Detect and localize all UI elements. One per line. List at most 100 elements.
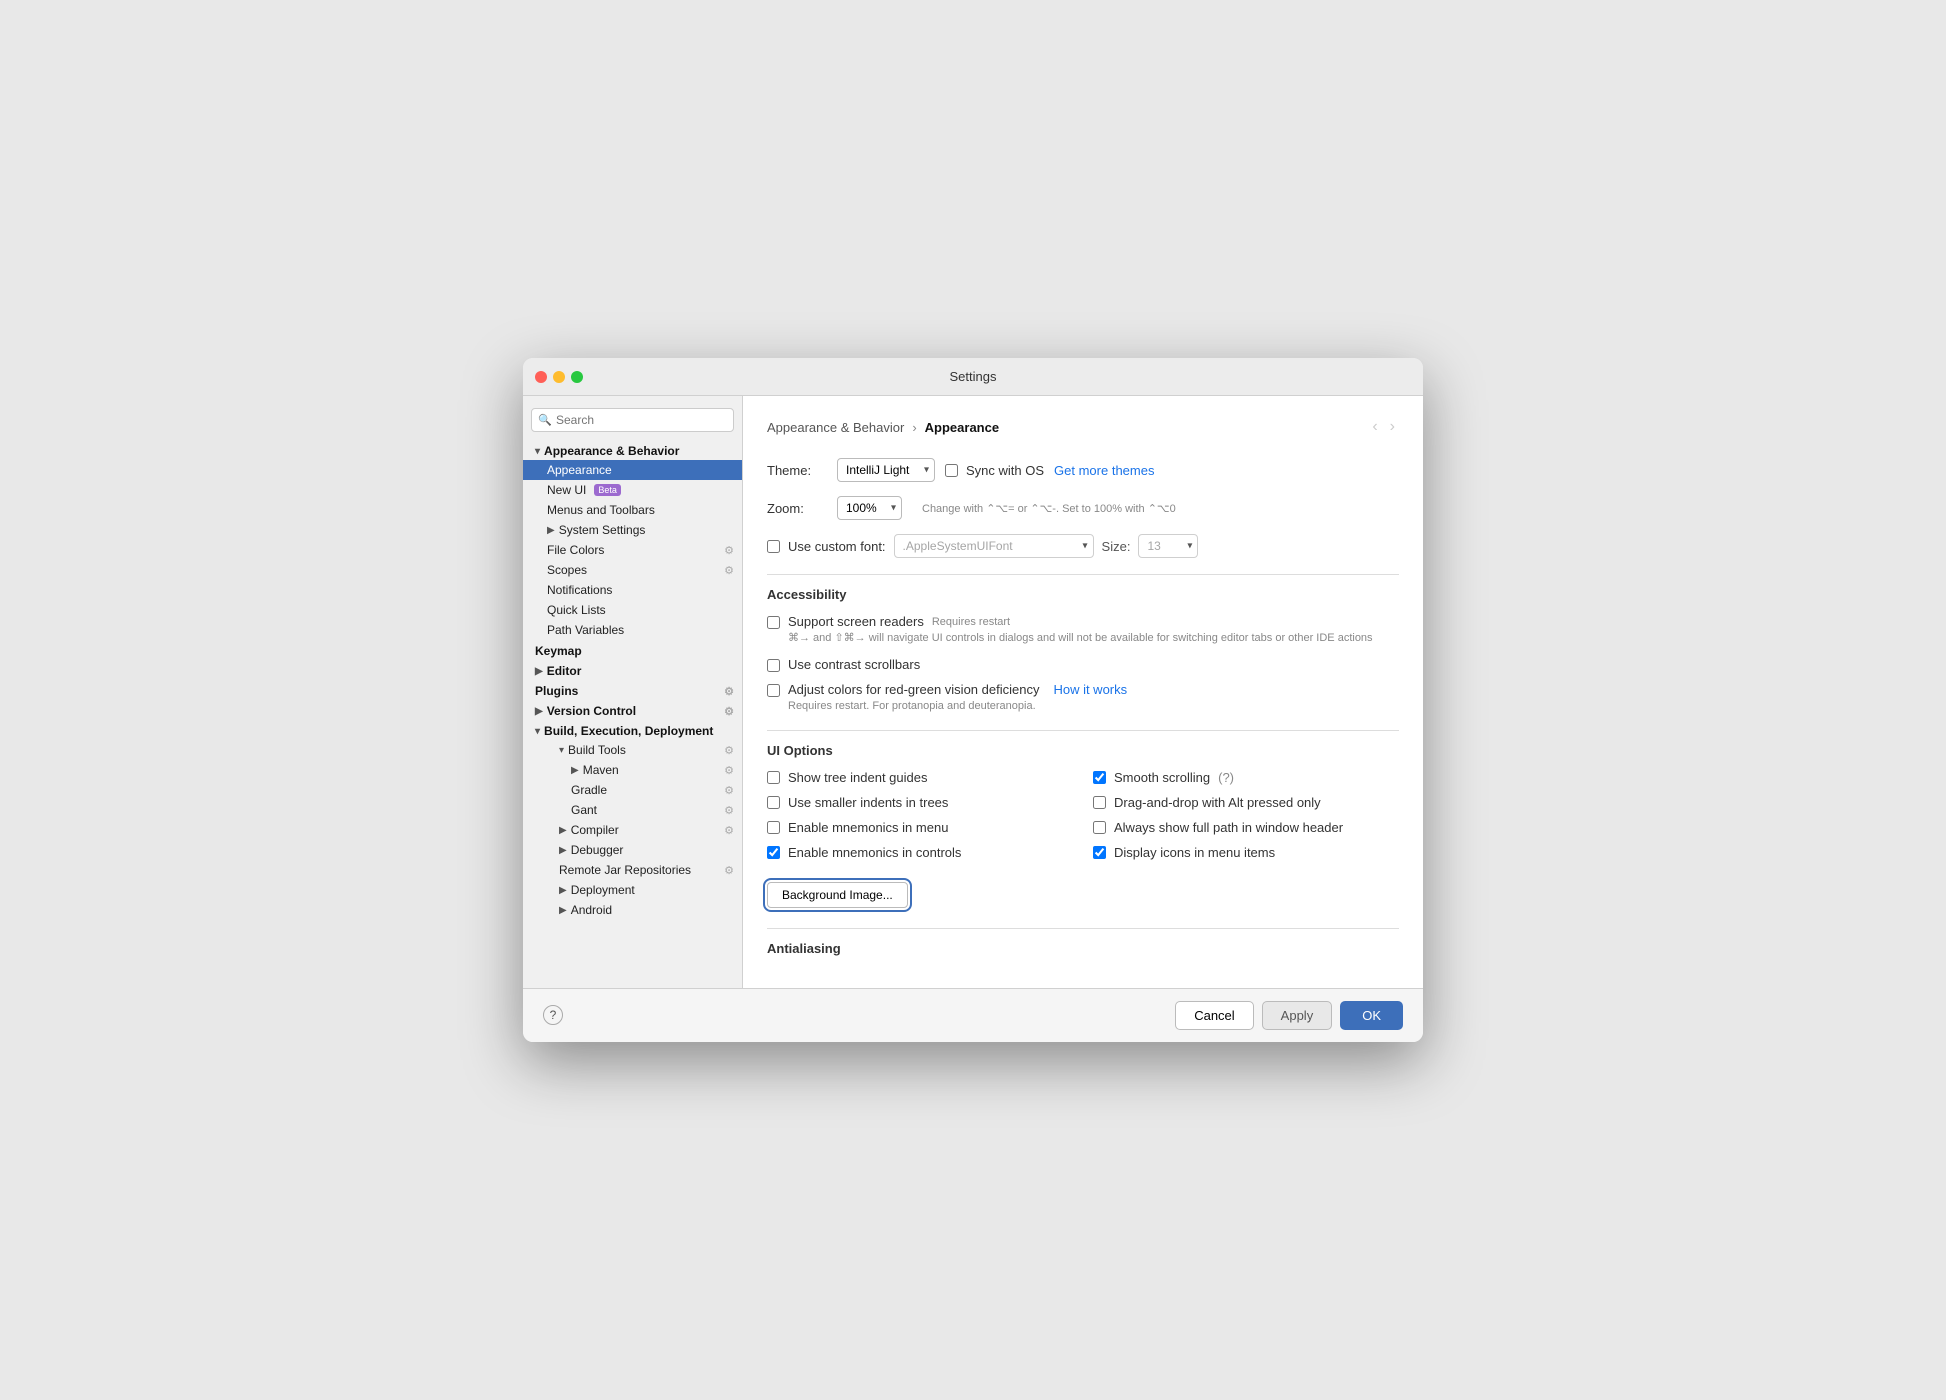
forward-button[interactable]: › (1386, 416, 1399, 438)
sidebar-item-remote-jar[interactable]: Remote Jar Repositories ⚙ (523, 860, 742, 880)
sidebar-item-debugger[interactable]: ▶ Debugger (523, 840, 742, 860)
enable-mnemonics-menu-row[interactable]: Enable mnemonics in menu (767, 820, 1073, 835)
window-title: Settings (950, 369, 997, 384)
gear-icon: ⚙ (724, 685, 734, 698)
display-icons-row[interactable]: Display icons in menu items (1093, 845, 1399, 860)
zoom-label: Zoom: (767, 501, 827, 516)
sidebar-item-editor[interactable]: ▶ Editor (523, 660, 742, 680)
color-deficiency-main: Adjust colors for red-green vision defic… (788, 682, 1399, 697)
accessibility-divider (767, 574, 1399, 575)
font-dropdown[interactable]: .AppleSystemUIFont (894, 534, 1094, 558)
navigation-arrows: ‹ › (1368, 416, 1399, 438)
theme-dropdown-wrap: IntelliJ Light ▾ (837, 458, 935, 482)
gear-icon: ⚙ (724, 564, 734, 577)
antialiasing-divider (767, 928, 1399, 929)
antialiasing-title: Antialiasing (767, 941, 1399, 956)
sidebar-item-file-colors[interactable]: File Colors ⚙ (523, 540, 742, 560)
ui-options-title: UI Options (767, 743, 1399, 758)
enable-mnemonics-controls-checkbox[interactable] (767, 846, 780, 859)
sidebar-item-plugins[interactable]: Plugins ⚙ (523, 680, 742, 700)
sidebar-item-deployment[interactable]: ▶ Deployment (523, 880, 742, 900)
display-icons-checkbox[interactable] (1093, 846, 1106, 859)
back-button[interactable]: ‹ (1368, 416, 1381, 438)
custom-font-row: Use custom font: .AppleSystemUIFont ▾ Si… (767, 534, 1399, 558)
sidebar-item-label: Notifications (547, 583, 612, 597)
show-tree-indent-label: Show tree indent guides (788, 770, 927, 785)
enable-mnemonics-menu-checkbox[interactable] (767, 821, 780, 834)
search-box[interactable]: 🔍 (531, 408, 734, 432)
color-deficiency-checkbox[interactable] (767, 684, 780, 697)
sidebar-item-quick-lists[interactable]: Quick Lists (523, 600, 742, 620)
sidebar-item-label: Plugins (535, 684, 578, 698)
gear-icon: ⚙ (724, 864, 734, 877)
sidebar-item-label: System Settings (559, 523, 646, 537)
always-full-path-checkbox[interactable] (1093, 821, 1106, 834)
sidebar-item-appearance[interactable]: Appearance (523, 460, 742, 480)
zoom-dropdown[interactable]: 100% (837, 496, 902, 520)
theme-dropdown[interactable]: IntelliJ Light (837, 458, 935, 482)
sidebar-item-path-variables[interactable]: Path Variables (523, 620, 742, 640)
sync-with-os-checkbox[interactable] (945, 464, 958, 477)
smooth-scrolling-row[interactable]: Smooth scrolling (?) (1093, 770, 1399, 785)
expand-arrow-icon: ▶ (535, 706, 543, 717)
sync-with-os-row[interactable]: Sync with OS (945, 463, 1044, 478)
sidebar-item-keymap[interactable]: Keymap (523, 640, 742, 660)
sidebar-item-build-exec-deploy[interactable]: ▾ Build, Execution, Deployment (523, 720, 742, 740)
contrast-scrollbars-label: Use contrast scrollbars (788, 657, 920, 672)
sidebar-item-new-ui[interactable]: New UI Beta (523, 480, 742, 500)
smooth-scrolling-checkbox[interactable] (1093, 771, 1106, 784)
accessibility-title: Accessibility (767, 587, 1399, 602)
sidebar-item-scopes[interactable]: Scopes ⚙ (523, 560, 742, 580)
maximize-button[interactable] (571, 371, 583, 383)
sidebar-item-maven[interactable]: ▶ Maven ⚙ (523, 760, 742, 780)
expand-arrow-icon: ▶ (571, 765, 579, 776)
ok-button[interactable]: OK (1340, 1001, 1403, 1030)
drag-drop-checkbox[interactable] (1093, 796, 1106, 809)
gear-icon: ⚙ (724, 705, 734, 718)
contrast-scrollbars-checkbox[interactable] (767, 659, 780, 672)
sidebar-item-label: Quick Lists (547, 603, 606, 617)
close-button[interactable] (535, 371, 547, 383)
traffic-lights (535, 371, 583, 383)
sidebar-item-system-settings[interactable]: ▶ System Settings (523, 520, 742, 540)
expand-arrow-icon: ▶ (559, 825, 567, 836)
search-input[interactable] (531, 408, 734, 432)
settings-window: Settings 🔍 ▾ Appearance & Behavior Appea… (523, 358, 1423, 1042)
custom-font-checkbox[interactable] (767, 540, 780, 553)
smaller-indents-checkbox[interactable] (767, 796, 780, 809)
screen-readers-checkbox[interactable] (767, 616, 780, 629)
sidebar-item-label: Path Variables (547, 623, 624, 637)
sidebar-item-appearance-behavior[interactable]: ▾ Appearance & Behavior (523, 440, 742, 460)
sidebar-item-compiler[interactable]: ▶ Compiler ⚙ (523, 820, 742, 840)
sidebar-item-notifications[interactable]: Notifications (523, 580, 742, 600)
show-tree-indent-row[interactable]: Show tree indent guides (767, 770, 1073, 785)
sidebar-item-gradle[interactable]: Gradle ⚙ (523, 780, 742, 800)
sidebar-item-android[interactable]: ▶ Android (523, 900, 742, 920)
help-button[interactable]: ? (543, 1005, 563, 1025)
footer: ? Cancel Apply OK (523, 988, 1423, 1042)
background-image-button[interactable]: Background Image... (767, 882, 908, 908)
always-full-path-row[interactable]: Always show full path in window header (1093, 820, 1399, 835)
sidebar-item-label: Compiler (571, 823, 619, 837)
drag-drop-row[interactable]: Drag-and-drop with Alt pressed only (1093, 795, 1399, 810)
sidebar-item-label: Debugger (571, 843, 624, 857)
cancel-button[interactable]: Cancel (1175, 1001, 1253, 1030)
how-it-works-link[interactable]: How it works (1053, 682, 1127, 697)
minimize-button[interactable] (553, 371, 565, 383)
get-more-themes-link[interactable]: Get more themes (1054, 463, 1154, 478)
sidebar-item-gant[interactable]: Gant ⚙ (523, 800, 742, 820)
sidebar-item-label: Build Tools (568, 743, 626, 757)
sidebar-item-menus-toolbars[interactable]: Menus and Toolbars (523, 500, 742, 520)
enable-mnemonics-controls-row[interactable]: Enable mnemonics in controls (767, 845, 1073, 860)
smaller-indents-row[interactable]: Use smaller indents in trees (767, 795, 1073, 810)
sidebar-item-build-tools[interactable]: ▾ Build Tools ⚙ (523, 740, 742, 760)
zoom-row: Zoom: 100% ▾ Change with ⌃⌥= or ⌃⌥-. Set… (767, 496, 1399, 520)
apply-button[interactable]: Apply (1262, 1001, 1333, 1030)
sidebar-item-label: Maven (583, 763, 619, 777)
sidebar-item-label: Appearance (547, 463, 612, 477)
custom-font-label-row[interactable]: Use custom font: (767, 539, 886, 554)
sidebar-item-version-control[interactable]: ▶ Version Control ⚙ (523, 700, 742, 720)
show-tree-indent-checkbox[interactable] (767, 771, 780, 784)
size-dropdown[interactable]: 13 (1138, 534, 1198, 558)
collapse-arrow-icon: ▾ (535, 446, 540, 457)
